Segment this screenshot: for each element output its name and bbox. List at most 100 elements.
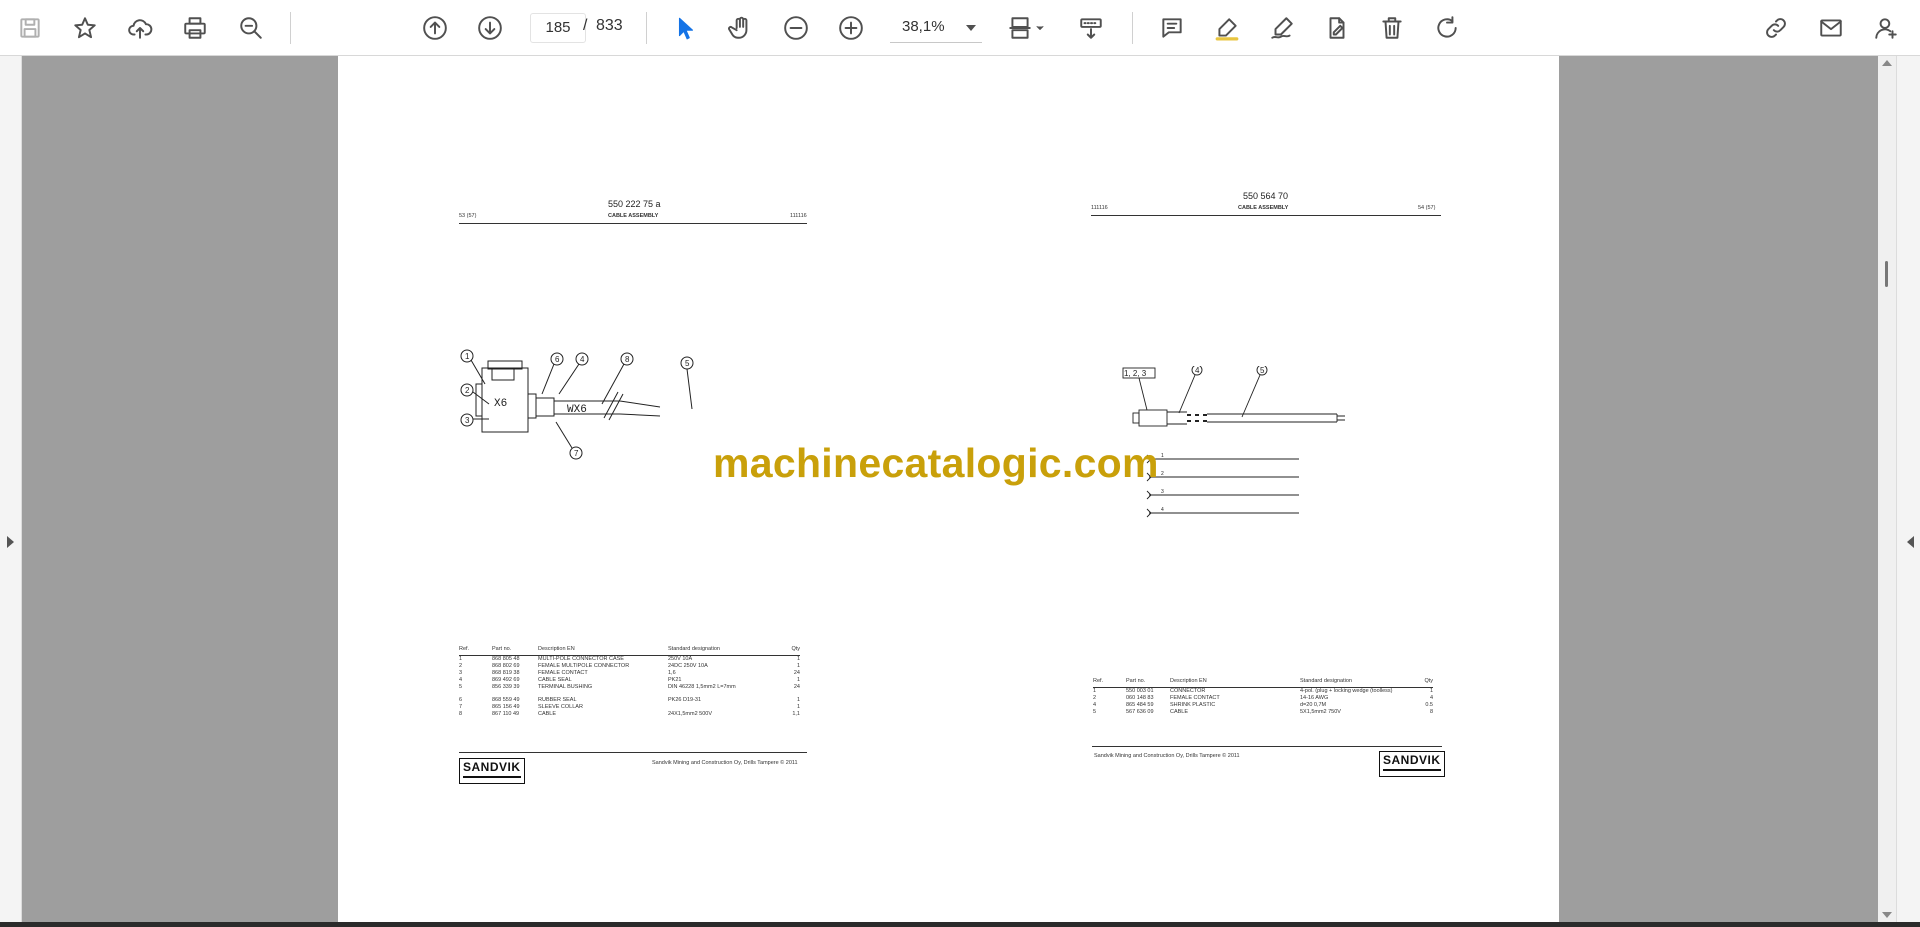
table-row: 7 865 156 49 SLEEVE COLLAR 1 [459, 704, 800, 711]
callout-3: 3 [465, 416, 470, 425]
cell: MULTI-POLE CONNECTOR CASE [538, 656, 624, 662]
cell: 2 [1093, 695, 1097, 701]
housing-label: X6 [494, 398, 507, 410]
table-header-row: Ref. Part no. Description EN Standard de… [1093, 678, 1433, 688]
next-page-icon[interactable] [472, 10, 508, 46]
page-reference: 54 (57) [1418, 205, 1436, 211]
table-row: 8 867 110 49 CABLE 24X1,5mm2 500V 1,1 [459, 711, 800, 718]
cell: 4-pol. (plug + locking wedge (toolless) [1300, 688, 1393, 694]
parts-table: Ref. Part no. Description EN Standard de… [459, 646, 800, 718]
cell: 1 [796, 656, 800, 662]
table-row: 6 868 559 49 RUBBER SEAL PK26 D19-31 1 [459, 697, 800, 704]
column-header: Part no. [492, 646, 538, 656]
document-number: 550 564 70 [1243, 191, 1289, 201]
toolbar-separator [646, 12, 647, 44]
share-link-icon[interactable] [1758, 10, 1794, 46]
document-page-right: 550 564 70 111116 CABLE ASSEMBLY 54 (57)… [949, 56, 1559, 922]
cell: 550 003 01 [1126, 688, 1154, 694]
cell: 1 [459, 656, 463, 662]
cell: 2 [459, 663, 463, 669]
zoom-out-icon[interactable] [778, 10, 814, 46]
footer-rule [1092, 746, 1442, 747]
hand-pan-icon[interactable] [723, 10, 759, 46]
cell: 1 [796, 677, 800, 683]
scroll-thumb[interactable] [1885, 261, 1888, 287]
edit-pdf-icon[interactable] [1319, 10, 1355, 46]
cell: d=20 0,7M [1300, 702, 1327, 708]
cell: 4 [1093, 702, 1097, 708]
footer-rule [459, 752, 807, 753]
cell: FEMALE CONTACT [1170, 695, 1220, 701]
table-row: 1 550 003 01 CONNECTOR 4-pol. (plug + locki… [1093, 688, 1433, 696]
cell: PK21 [668, 677, 682, 683]
account-icon[interactable] [1868, 10, 1904, 46]
cloud-upload-icon[interactable] [122, 10, 158, 46]
cell: 6 [459, 697, 463, 703]
cell: 1 [796, 704, 800, 710]
taskbar-edge [0, 922, 1920, 927]
callout-6: 6 [555, 355, 560, 364]
wiring-diagram: X6 WX6 1 2 3 6 4 8 5 7 [460, 349, 694, 460]
delete-icon[interactable] [1374, 10, 1410, 46]
table-row: 4 869 492 69 CABLE SEAL PK21 1 [459, 677, 800, 684]
cell: 24 [793, 670, 800, 676]
cell: 1,1 [792, 711, 800, 717]
cell: 7 [459, 704, 463, 710]
callout-5: 5 [685, 359, 690, 368]
select-cursor-icon[interactable] [668, 10, 704, 46]
bookmark-star-icon[interactable] [67, 10, 103, 46]
cell: DIN 46228 1,5mm2 L=7mm [668, 684, 736, 690]
left-panel-toggle[interactable] [0, 56, 22, 922]
cell: 1 [796, 663, 800, 669]
highlight-icon[interactable] [1209, 10, 1245, 46]
document-number: 550 222 75 a [608, 199, 661, 209]
footer-copyright: Sandvik Mining and Construction Oy, Dril… [652, 760, 798, 766]
chevron-down-icon[interactable] [1030, 10, 1050, 46]
cell: CABLE [1170, 709, 1189, 715]
cell: 868 802 69 [492, 663, 520, 669]
cell: 0.5 [1425, 702, 1433, 708]
comment-icon[interactable] [1154, 10, 1190, 46]
column-header: Standard designation [668, 646, 788, 656]
scroll-mode-icon[interactable] [1073, 10, 1109, 46]
sign-icon[interactable] [1264, 10, 1300, 46]
table-row: 4 865 484 59 SHRINK PLASTIC d=20 0,7M 0.5 [1093, 702, 1433, 709]
cell: 865 484 59 [1126, 702, 1154, 708]
rotate-icon[interactable] [1429, 10, 1465, 46]
toolbar: 185 / 833 38,1% [0, 0, 1920, 56]
zoom-level-select[interactable]: 38,1% [890, 13, 982, 43]
page-total: 833 [596, 17, 623, 34]
cell: 1,6 [668, 670, 676, 676]
scroll-down-icon[interactable] [1882, 912, 1892, 918]
email-icon[interactable] [1813, 10, 1849, 46]
callout-8: 8 [625, 355, 630, 364]
cable-label: WX6 [567, 404, 587, 416]
cell: 865 156 49 [492, 704, 520, 710]
cell: 14-16 AWG [1300, 695, 1329, 701]
expand-left-icon [1907, 536, 1914, 548]
vertical-scrollbar[interactable] [1878, 56, 1896, 922]
table-row: 5 567 636 09 CABLE 5X1,5mm2 750V 8 [1093, 709, 1433, 716]
cell: 867 110 49 [492, 711, 520, 717]
column-header: Part no. [1126, 678, 1170, 688]
pin-label: 2 [1161, 471, 1164, 477]
cell: CABLE [538, 711, 557, 717]
cell: PK26 D19-31 [668, 697, 702, 703]
column-header: Description EN [1170, 678, 1300, 688]
print-icon[interactable] [177, 10, 213, 46]
cell: 8 [459, 711, 463, 717]
cell: 5X1,5mm2 750V [1300, 709, 1341, 715]
callout-4: 4 [1195, 366, 1200, 375]
previous-page-icon[interactable] [417, 10, 453, 46]
find-zoom-icon[interactable] [233, 10, 269, 46]
page-reference: 53 (57) [459, 213, 477, 219]
cell: 3 [459, 670, 463, 676]
zoom-level-value: 38,1% [902, 18, 945, 35]
right-panel-toggle[interactable] [1896, 56, 1920, 922]
save-icon[interactable] [12, 10, 48, 46]
page-number-input[interactable]: 185 [530, 13, 586, 43]
table-row: 1 868 805 48 MULTI-POLE CONNECTOR CASE 250V… [459, 656, 800, 664]
zoom-in-icon[interactable] [833, 10, 869, 46]
cell: SHRINK PLASTIC [1170, 702, 1216, 708]
scroll-up-icon[interactable] [1882, 60, 1892, 66]
